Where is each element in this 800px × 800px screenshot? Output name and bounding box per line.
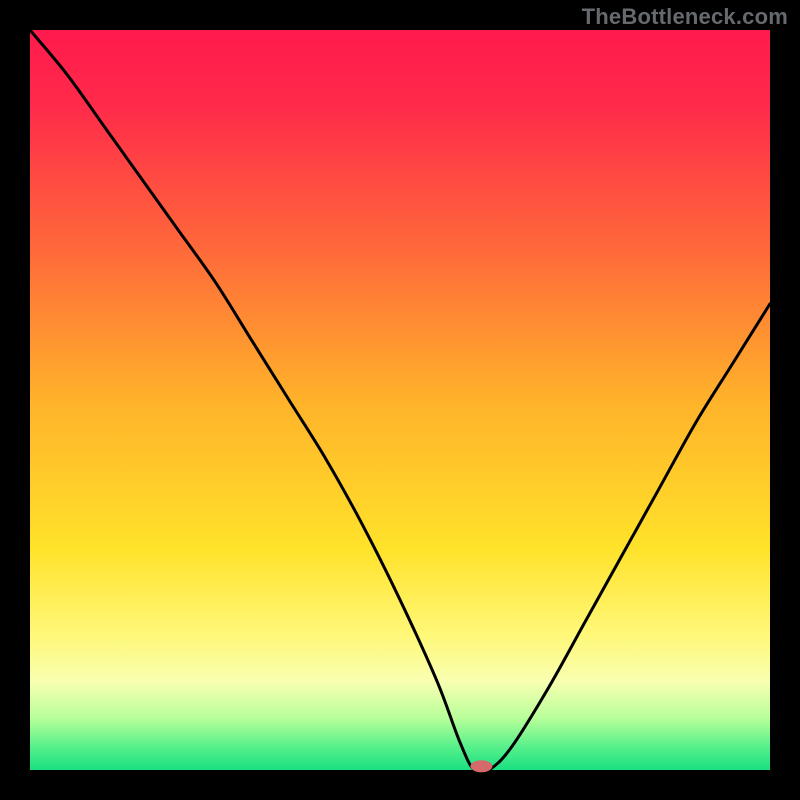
chart-container: TheBottleneck.com [0, 0, 800, 800]
minimum-marker [470, 760, 492, 772]
chart-svg [0, 0, 800, 800]
watermark-label: TheBottleneck.com [582, 4, 788, 30]
plot-area [30, 30, 770, 770]
